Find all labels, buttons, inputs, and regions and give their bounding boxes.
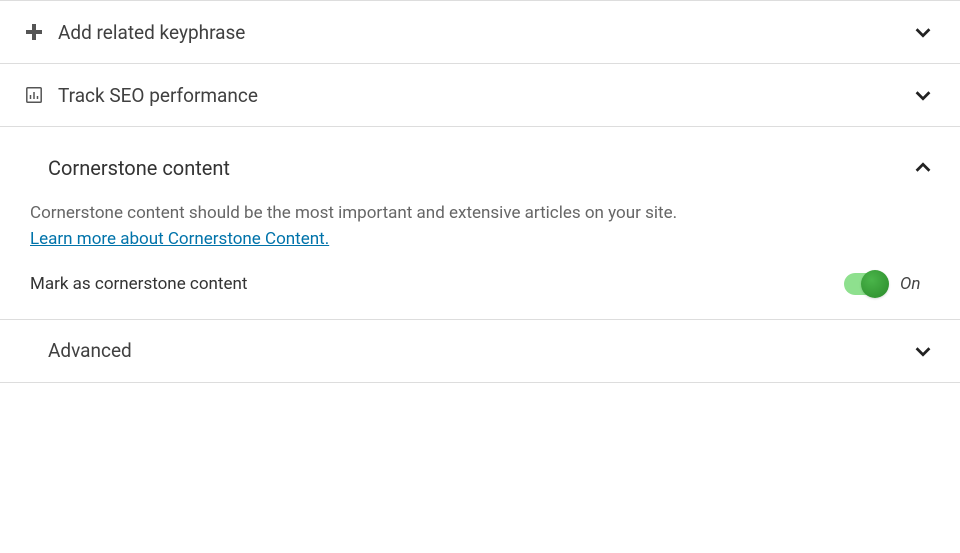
cornerstone-toggle[interactable] (844, 273, 886, 295)
section-title: Add related keyphrase (58, 21, 910, 44)
learn-more-link[interactable]: Learn more about Cornerstone Content. (30, 229, 329, 249)
bar-chart-icon (24, 85, 44, 105)
cornerstone-description: Cornerstone content should be the most i… (30, 201, 930, 227)
section-title: Track SEO performance (58, 84, 910, 107)
plus-icon (24, 22, 44, 42)
section-related-keyphrase: Add related keyphrase (0, 0, 960, 64)
chevron-down-icon (910, 19, 936, 45)
chevron-down-icon (910, 338, 936, 364)
section-advanced: Advanced (0, 319, 960, 383)
toggle-label: Mark as cornerstone content (30, 274, 844, 294)
section-header-track-seo[interactable]: Track SEO performance (0, 64, 960, 126)
section-header-cornerstone[interactable]: Cornerstone content (0, 127, 960, 201)
section-body-cornerstone: Cornerstone content should be the most i… (0, 201, 960, 319)
section-header-advanced[interactable]: Advanced (0, 320, 960, 382)
section-title: Advanced (48, 339, 910, 362)
section-header-related-keyphrase[interactable]: Add related keyphrase (0, 1, 960, 63)
toggle-state-text: On (900, 274, 930, 294)
cornerstone-toggle-row: Mark as cornerstone content On (30, 267, 930, 295)
section-title: Cornerstone content (48, 156, 910, 180)
seo-settings-panel: Add related keyphrase Track SEO performa… (0, 0, 960, 383)
chevron-down-icon (910, 82, 936, 108)
section-track-seo: Track SEO performance (0, 63, 960, 127)
toggle-knob (861, 270, 889, 298)
section-cornerstone: Cornerstone content Cornerstone content … (0, 126, 960, 320)
chevron-up-icon (910, 155, 936, 181)
